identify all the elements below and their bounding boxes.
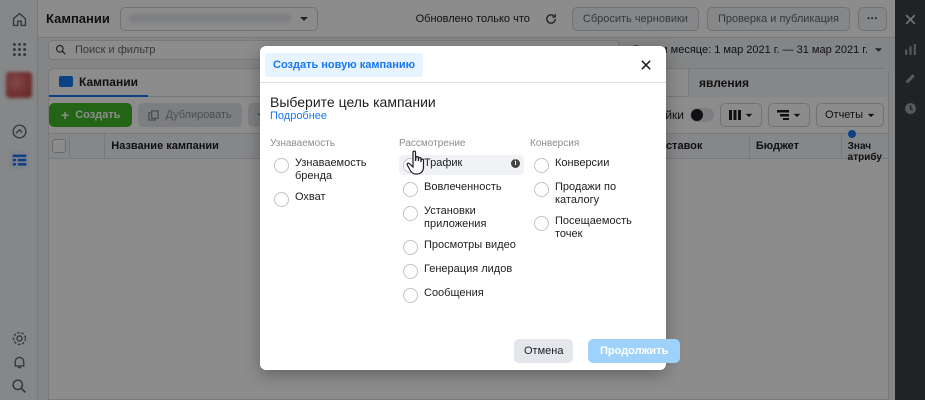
option-label: Узнаваемость бренда: [295, 157, 367, 182]
objective-option[interactable]: Посещаемость точек: [530, 213, 650, 243]
create-campaign-dialog: Создать новую кампанию Выберите цель кам…: [260, 46, 681, 370]
cancel-button[interactable]: Отмена: [514, 339, 574, 363]
option-label: Сообщения: [424, 287, 484, 299]
option-label: Просмотры видео: [424, 239, 516, 251]
close-icon: [641, 60, 651, 70]
option-label: Конверсии: [555, 157, 610, 169]
objective-option[interactable]: Генерация лидов: [399, 261, 524, 281]
dialog-tab: Создать новую кампанию: [265, 53, 424, 77]
column-title: Конверсия: [530, 138, 580, 149]
option-label: Посещаемость точек: [555, 215, 632, 240]
objective-option[interactable]: Просмотры видео: [399, 237, 524, 257]
dialog-divider: [260, 82, 666, 83]
radio-button[interactable]: [403, 240, 418, 255]
radio-button[interactable]: [403, 206, 418, 221]
column-title: Рассмотрение: [399, 138, 466, 149]
continue-button[interactable]: Продолжить: [588, 339, 681, 363]
option-label: Генерация лидов: [424, 263, 513, 275]
objective-column-conversion: Конверсия Конверсии Продажи по каталогу П…: [530, 138, 650, 247]
objective-option[interactable]: Конверсии: [530, 155, 650, 175]
radio-button[interactable]: [274, 192, 289, 207]
option-label: Установки приложения: [424, 205, 487, 230]
objective-option[interactable]: Сообщения: [399, 285, 524, 305]
radio-button[interactable]: [534, 158, 549, 173]
objective-option[interactable]: Вовлеченность: [399, 179, 524, 199]
radio-button[interactable]: [534, 216, 549, 231]
radio-button[interactable]: [403, 264, 418, 279]
objective-column-awareness: Узнаваемость Узнаваемость бренда Охват: [270, 138, 385, 213]
option-label: Вовлеченность: [424, 181, 502, 193]
radio-button[interactable]: [403, 288, 418, 303]
option-label: Охват: [295, 191, 326, 203]
objective-option[interactable]: Охват: [270, 189, 385, 209]
radio-button[interactable]: [274, 158, 289, 173]
hand-pointer-cursor-icon: [406, 150, 425, 175]
objective-option[interactable]: Узнаваемость бренда: [270, 155, 385, 185]
objective-option[interactable]: Установки приложения: [399, 203, 524, 233]
radio-button[interactable]: [403, 182, 418, 197]
option-label: Продажи по каталогу: [555, 181, 617, 206]
info-icon[interactable]: i: [511, 159, 520, 168]
learn-more-link[interactable]: Подробнее: [270, 110, 327, 122]
radio-button[interactable]: [534, 182, 549, 197]
objective-option[interactable]: Продажи по каталогу: [530, 179, 650, 209]
dialog-close-button[interactable]: [636, 55, 656, 75]
option-label: Трафик: [424, 157, 463, 169]
column-title: Узнаваемость: [270, 138, 336, 149]
dialog-heading: Выберите цель кампании: [270, 94, 436, 110]
